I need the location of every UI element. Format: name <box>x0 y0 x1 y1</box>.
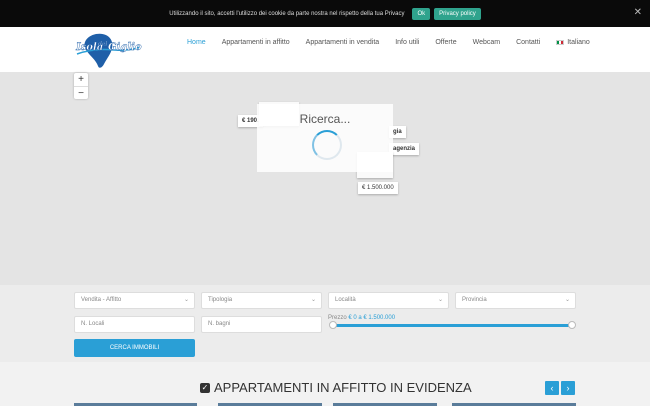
zoom-control: + − <box>74 73 88 99</box>
cookie-ok-button[interactable]: Ok <box>412 7 431 20</box>
n-bagni-input[interactable]: N. bagni <box>201 316 322 333</box>
nav-contatti[interactable]: Contatti <box>516 39 540 46</box>
price-prefix: Prezzo <box>328 315 347 321</box>
featured-title-text: Appartamenti in affitto in evidenza <box>214 380 472 395</box>
select-label: Vendita - Affitto <box>81 297 122 303</box>
cerca-immobili-button[interactable]: Cerca immobili <box>74 339 195 357</box>
loading-text: Ricerca... <box>299 112 351 126</box>
language-label: Italiano <box>567 39 590 46</box>
price-slider-track[interactable] <box>333 324 573 327</box>
language-selector[interactable]: Italiano <box>556 39 590 46</box>
price-range-value: € 0 a € 1.500.000 <box>348 315 396 321</box>
zoom-in-button[interactable]: + <box>74 73 88 86</box>
select-label: Provincia <box>462 297 487 303</box>
island-logo-icon: Isola del Giglio <box>75 33 142 68</box>
select-label: Località <box>335 297 356 303</box>
site-logo[interactable]: Isola del Giglio <box>74 30 144 70</box>
tipologia-select[interactable]: Tipologia ⌄ <box>201 292 322 309</box>
chevron-down-icon: ⌄ <box>564 297 570 303</box>
italy-flag-icon <box>556 39 565 45</box>
chevron-down-icon: ⌄ <box>310 297 316 303</box>
map-price-marker[interactable]: agenzia <box>389 143 420 155</box>
svg-text:del: del <box>98 41 107 48</box>
search-form: Vendita - Affitto ⌄ Tipologia ⌄ Località… <box>0 285 650 362</box>
price-slider-max-handle[interactable] <box>568 321 576 329</box>
nav-offerte[interactable]: Offerte <box>435 39 456 46</box>
nav-home[interactable]: Home <box>187 39 206 46</box>
carousel-next-button[interactable]: › <box>561 381 575 395</box>
price-range-label: Prezzo € 0 a € 1.500.000 <box>328 315 395 321</box>
localita-select[interactable]: Località ⌄ <box>328 292 449 309</box>
spinner-icon <box>312 130 342 160</box>
featured-title: ✓ Appartamenti in affitto in evidenza <box>200 380 472 395</box>
privacy-policy-button[interactable]: Privacy policy <box>434 7 481 20</box>
nav-info-utili[interactable]: Info utili <box>395 39 419 46</box>
price-slider-min-handle[interactable] <box>329 321 337 329</box>
provincia-select[interactable]: Provincia ⌄ <box>455 292 576 309</box>
map-price-marker[interactable]: € 1.500.000 <box>358 182 398 194</box>
chevron-down-icon: ⌄ <box>437 297 443 303</box>
zoom-out-button[interactable]: − <box>74 86 88 99</box>
close-icon[interactable]: ✕ <box>634 8 642 18</box>
nav-appartamenti-vendita[interactable]: Appartamenti in vendita <box>306 39 380 46</box>
check-square-icon: ✓ <box>200 382 210 393</box>
carousel-prev-button[interactable]: ‹ <box>545 381 559 395</box>
vendita-affitto-select[interactable]: Vendita - Affitto ⌄ <box>74 292 195 309</box>
cookie-bar: Utilizzando il sito, accetti l'utilizzo … <box>0 0 650 27</box>
main-nav: Home Appartamenti in affitto Appartament… <box>187 39 606 46</box>
cookie-text: Utilizzando il sito, accetti l'utilizzo … <box>169 10 405 17</box>
n-locali-input[interactable]: N. Locali <box>74 316 195 333</box>
svg-text:Giglio: Giglio <box>108 42 142 53</box>
nav-webcam[interactable]: Webcam <box>473 39 501 46</box>
map-area[interactable]: + − € 190. gia agenzia € 1.500.000 Ricer… <box>0 72 650 285</box>
chevron-down-icon: ⌄ <box>183 297 189 303</box>
select-label: Tipologia <box>208 297 233 303</box>
nav-appartamenti-affitto[interactable]: Appartamenti in affitto <box>222 39 290 46</box>
loading-overlay: Ricerca... <box>257 104 393 172</box>
site-header: Isola del Giglio Home Appartamenti in af… <box>0 27 650 72</box>
featured-section: ✓ Appartamenti in affitto in evidenza ‹ … <box>0 362 650 406</box>
